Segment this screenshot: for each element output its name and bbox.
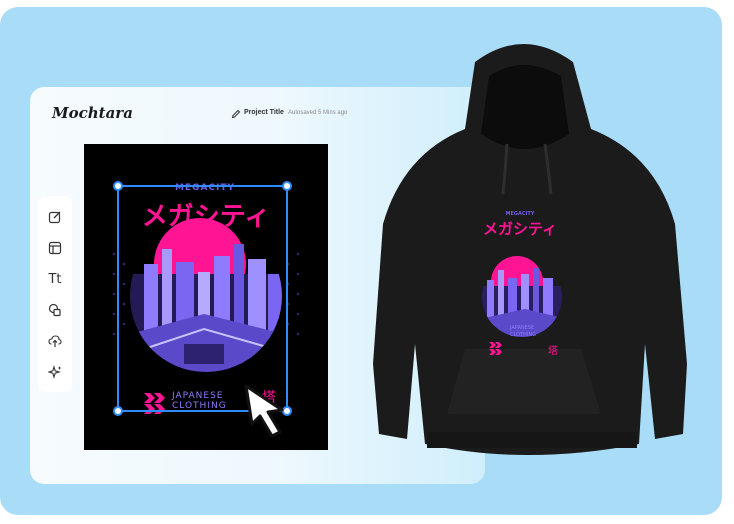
- resize-handle-top-right[interactable]: [282, 181, 292, 191]
- resize-handle-top-left[interactable]: [113, 181, 123, 191]
- ai-sparkle-icon[interactable]: [47, 364, 63, 380]
- hoodie-print-heading-jp: メガシティ: [482, 220, 558, 238]
- pencil-icon[interactable]: [231, 109, 241, 119]
- project-title[interactable]: Project Title: [244, 109, 284, 116]
- template-icon[interactable]: [47, 240, 63, 256]
- hoodie-print-brand-line1: JAPANESE: [510, 325, 535, 331]
- resize-handle-bottom-left[interactable]: [113, 406, 123, 416]
- svg-text:塔: 塔: [548, 344, 558, 357]
- hoodie-mockup: 塔: [373, 44, 687, 455]
- edit-icon[interactable]: [47, 209, 63, 225]
- hoodie-print-brand-line2: CLOTHING: [510, 332, 536, 338]
- tool-sidebar: [38, 196, 72, 392]
- text-icon[interactable]: Tt: [47, 271, 63, 287]
- autosave-status: Autosaved 5 Mins ago: [288, 110, 348, 116]
- hoodie-print-heading-small: MEGACITY: [505, 211, 535, 217]
- app-logo: Mochtara: [52, 104, 133, 122]
- upload-icon[interactable]: [47, 333, 63, 349]
- pointer-cursor-icon: [244, 384, 284, 438]
- shapes-icon[interactable]: [47, 302, 63, 318]
